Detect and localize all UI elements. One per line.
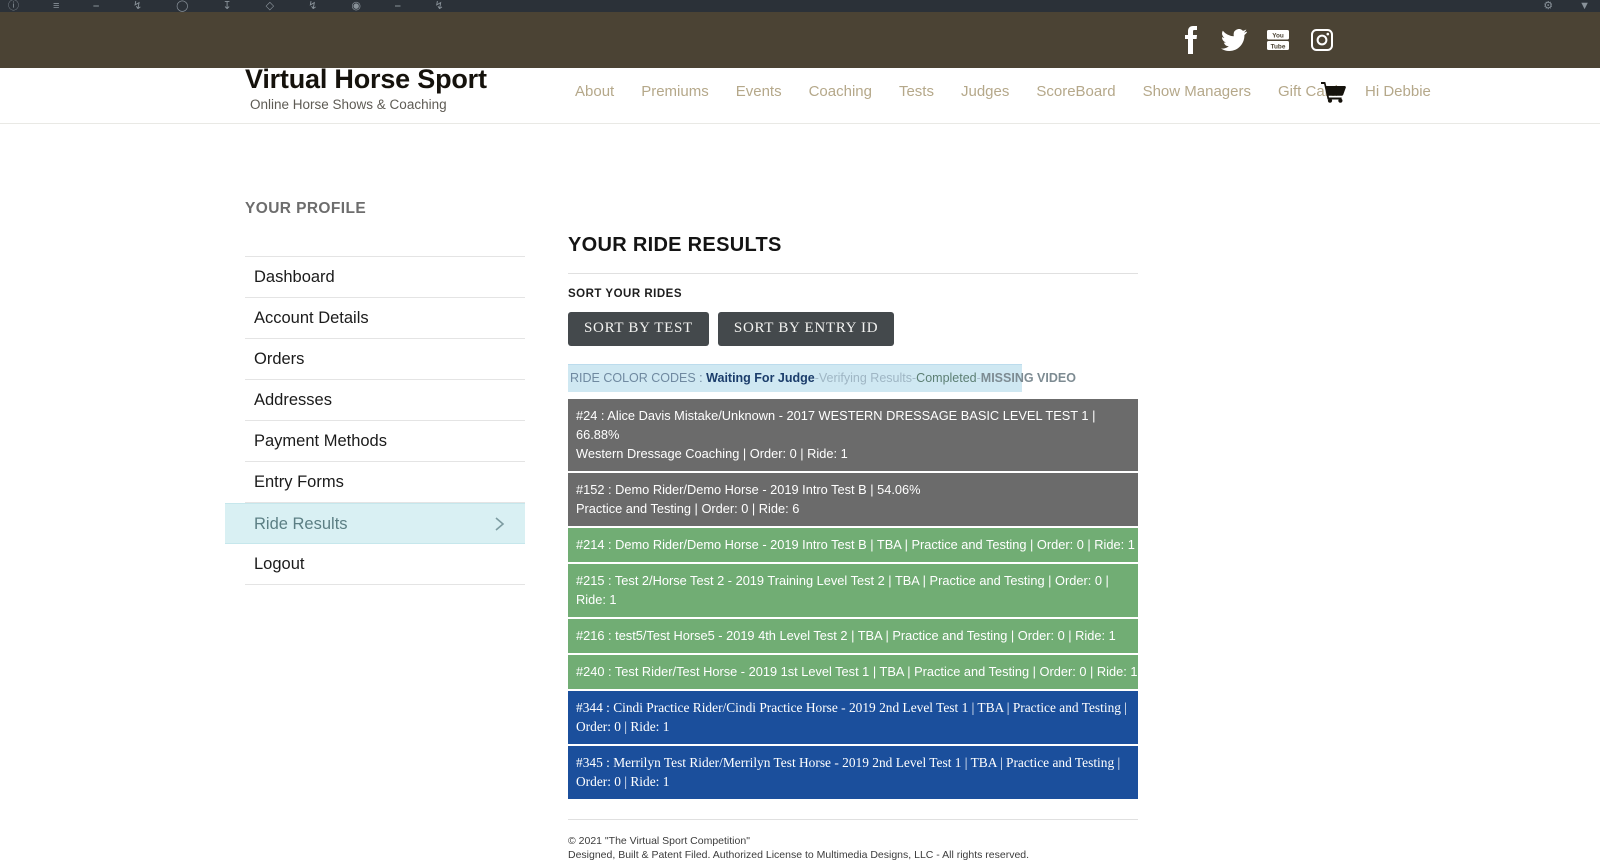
- sidebar-item-entry-forms[interactable]: Entry Forms: [245, 462, 525, 503]
- svg-text:You: You: [1272, 33, 1284, 40]
- os-glyph: ◉: [351, 1, 361, 12]
- os-chrome-strip: ⓘ ≡ ⎯ ↯ ◯ ↧ ◇ ↯ ◉ ⎯ ↯ ⚙ ▼: [0, 0, 1600, 12]
- ride-results-list: #24 : Alice Davis Mistake/Unknown - 2017…: [568, 399, 1138, 799]
- os-glyph: ↯: [308, 1, 317, 12]
- ride-line-1: #214 : Demo Rider/Demo Horse - 2019 Intr…: [576, 537, 1135, 552]
- sidebar-item-addresses[interactable]: Addresses: [245, 380, 525, 421]
- footer-license: Designed, Built & Patent Filed. Authoriz…: [568, 848, 1138, 862]
- nav-item-show-managers[interactable]: Show Managers: [1143, 81, 1251, 103]
- sidebar-heading: YOUR PROFILE: [245, 200, 525, 218]
- nav-item-account-greeting[interactable]: Hi Debbie: [1365, 81, 1431, 103]
- legend-missing-video: MISSING VIDEO: [981, 371, 1076, 385]
- ride-line-1: #24 : Alice Davis Mistake/Unknown - 2017…: [576, 408, 1095, 442]
- sidebar-item-logout[interactable]: Logout: [245, 544, 525, 585]
- brand[interactable]: Virtual Horse Sport Online Horse Shows &…: [245, 62, 487, 114]
- instagram-icon[interactable]: [1302, 20, 1342, 60]
- ride-result-row[interactable]: #345 : Merrilyn Test Rider/Merrilyn Test…: [568, 746, 1138, 799]
- sidebar-item-label: Dashboard: [254, 266, 335, 288]
- legend-waiting-for-judge: Waiting For Judge: [706, 371, 815, 385]
- ride-result-row[interactable]: #216 : test5/Test Horse5 - 2019 4th Leve…: [568, 619, 1138, 653]
- sort-by-entry-id-button[interactable]: SORT BY ENTRY ID: [718, 312, 894, 346]
- os-glyph: ↯: [133, 1, 142, 12]
- sort-section-label: SORT YOUR RIDES: [568, 288, 1138, 300]
- os-glyph: ↧: [222, 1, 231, 12]
- sidebar-item-ride-results[interactable]: Ride Results: [225, 503, 525, 544]
- sidebar-item-label: Account Details: [254, 307, 369, 329]
- sort-by-test-button[interactable]: SORT BY TEST: [568, 312, 709, 346]
- sidebar-item-label: Logout: [254, 553, 304, 575]
- ride-result-row[interactable]: #240 : Test Rider/Test Horse - 2019 1st …: [568, 655, 1138, 689]
- page-title: YOUR RIDE RESULTS: [568, 234, 1138, 274]
- ride-line-1: #240 : Test Rider/Test Horse - 2019 1st …: [576, 664, 1137, 679]
- nav-item-coaching[interactable]: Coaching: [809, 81, 872, 103]
- legend-prefix: RIDE COLOR CODES :: [570, 371, 703, 385]
- nav-item-scoreboard[interactable]: ScoreBoard: [1036, 81, 1115, 103]
- cart-icon[interactable]: [1318, 78, 1348, 106]
- ride-line-1: #216 : test5/Test Horse5 - 2019 4th Leve…: [576, 628, 1116, 643]
- footer-divider: [568, 819, 1138, 820]
- ride-line-2: Western Dressage Coaching | Order: 0 | R…: [576, 444, 1138, 463]
- nav-item-about[interactable]: About: [575, 81, 614, 103]
- os-glyph: ≡: [53, 1, 59, 12]
- svg-text:Tube: Tube: [1271, 43, 1286, 50]
- ride-line-1: #152 : Demo Rider/Demo Horse - 2019 Intr…: [576, 482, 921, 497]
- nav-item-premiums[interactable]: Premiums: [641, 81, 709, 103]
- sidebar-item-orders[interactable]: Orders: [245, 339, 525, 380]
- sidebar-item-label: Addresses: [254, 389, 332, 411]
- sidebar-item-dashboard[interactable]: Dashboard: [245, 257, 525, 298]
- sidebar-item-label: Payment Methods: [254, 430, 387, 452]
- os-glyph: ↯: [434, 1, 443, 12]
- os-glyph: ◇: [266, 1, 274, 12]
- brand-title: Virtual Horse Sport: [245, 62, 487, 96]
- youtube-icon[interactable]: You Tube: [1258, 20, 1298, 60]
- footer-copyright: © 2021 "The Virtual Sport Competition": [568, 834, 1138, 848]
- nav-item-judges[interactable]: Judges: [961, 81, 1009, 103]
- sidebar-item-account-details[interactable]: Account Details: [245, 298, 525, 339]
- chevron-right-icon: [491, 516, 507, 532]
- ride-result-row[interactable]: #215 : Test 2/Horse Test 2 - 2019 Traini…: [568, 564, 1138, 617]
- ride-line-1: #215 : Test 2/Horse Test 2 - 2019 Traini…: [576, 573, 1109, 607]
- chevron-down-icon: ▼: [1579, 1, 1590, 12]
- sidebar-item-label: Orders: [254, 348, 304, 370]
- os-glyph: ⎯: [395, 1, 401, 12]
- ride-line-1: #344 : Cindi Practice Rider/Cindi Practi…: [576, 700, 1127, 734]
- ride-line-2: Practice and Testing | Order: 0 | Ride: …: [576, 499, 1138, 518]
- os-glyph: ⎯: [93, 1, 99, 12]
- sidebar-item-label: Ride Results: [254, 513, 348, 535]
- legend-completed: Completed: [916, 371, 976, 385]
- page-body: YOUR PROFILE Dashboard Account Details O…: [0, 124, 1600, 724]
- os-glyph: ⓘ: [8, 1, 19, 12]
- legend-verifying-results: Verifying Results: [819, 371, 912, 385]
- ride-result-row[interactable]: #24 : Alice Davis Mistake/Unknown - 2017…: [568, 399, 1138, 471]
- nav-item-events[interactable]: Events: [736, 81, 782, 103]
- ride-line-1: #345 : Merrilyn Test Rider/Merrilyn Test…: [576, 755, 1120, 789]
- sidebar-item-label: Entry Forms: [254, 471, 344, 493]
- legend-text: RIDE COLOR CODES : Waiting For Judge-Ver…: [568, 370, 1022, 386]
- os-right-glyphs: ⚙ ▼: [1543, 1, 1590, 12]
- main-content: YOUR RIDE RESULTS SORT YOUR RIDES SORT B…: [568, 234, 1138, 862]
- sidebar-menu: Dashboard Account Details Orders Address…: [245, 256, 525, 585]
- social-bar: You Tube: [0, 12, 1600, 68]
- nav-item-tests[interactable]: Tests: [899, 81, 934, 103]
- twitter-icon[interactable]: [1214, 20, 1254, 60]
- ride-result-row[interactable]: #344 : Cindi Practice Rider/Cindi Practi…: [568, 691, 1138, 744]
- site-footer: © 2021 "The Virtual Sport Competition" D…: [568, 834, 1138, 862]
- facebook-icon[interactable]: [1170, 20, 1210, 60]
- gear-icon: ⚙: [1543, 1, 1553, 12]
- ride-result-row[interactable]: #152 : Demo Rider/Demo Horse - 2019 Intr…: [568, 473, 1138, 526]
- profile-sidebar: YOUR PROFILE Dashboard Account Details O…: [245, 200, 525, 585]
- main-navigation: About Premiums Events Coaching Tests Jud…: [575, 81, 1431, 103]
- brand-subtitle: Online Horse Shows & Coaching: [245, 96, 487, 114]
- sort-buttons: SORT BY TEST SORT BY ENTRY ID: [568, 312, 1138, 346]
- sidebar-item-payment-methods[interactable]: Payment Methods: [245, 421, 525, 462]
- ride-result-row[interactable]: #214 : Demo Rider/Demo Horse - 2019 Intr…: [568, 528, 1138, 562]
- site-header: Virtual Horse Sport Online Horse Shows &…: [0, 68, 1600, 124]
- os-glyph: ◯: [176, 1, 188, 12]
- ride-color-codes-legend: RIDE COLOR CODES : Waiting For Judge-Ver…: [568, 364, 1022, 392]
